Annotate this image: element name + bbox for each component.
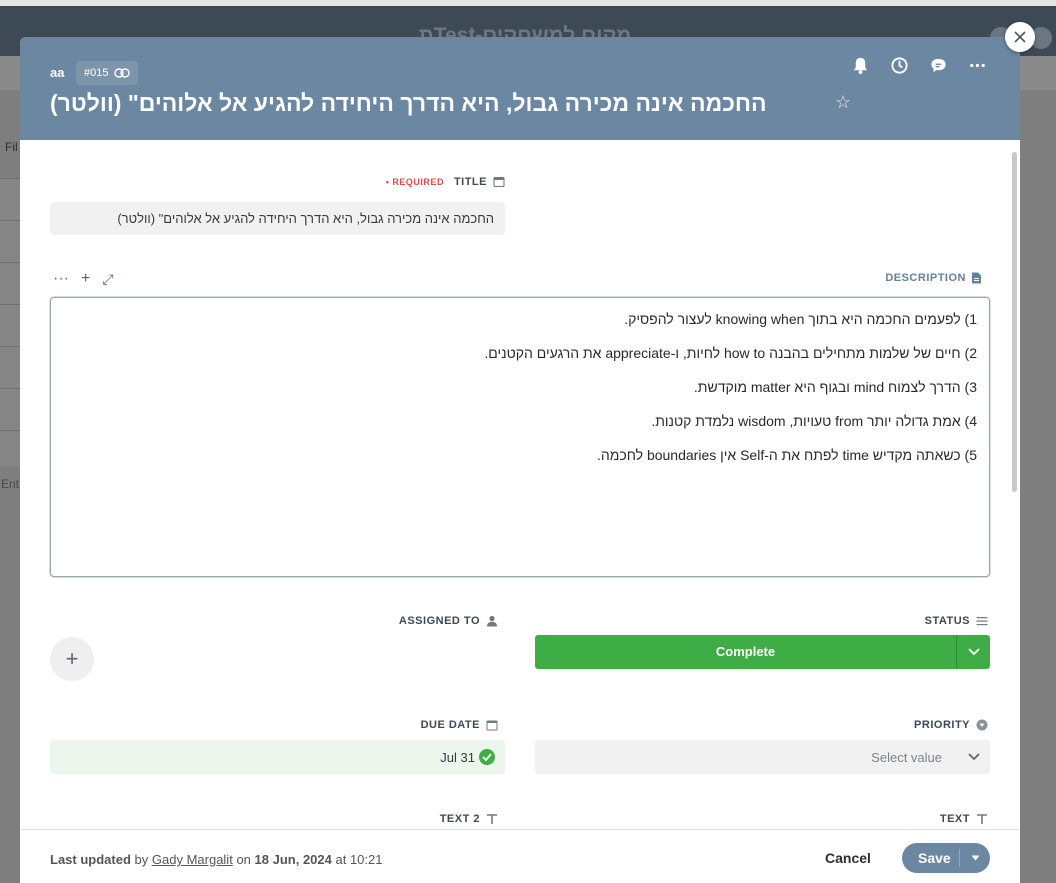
- chevron-down-icon: [968, 753, 980, 761]
- project-name[interactable]: aa: [50, 65, 64, 80]
- text-type-icon: [977, 814, 987, 824]
- expand-icon[interactable]: ⤢: [102, 271, 113, 288]
- priority-select[interactable]: Select value: [535, 740, 990, 774]
- description-label: DESCRIPTION: [885, 272, 982, 284]
- text2-label: TEXT 2: [440, 813, 498, 825]
- priority-icon: [976, 719, 988, 731]
- cancel-button[interactable]: Cancel: [825, 850, 871, 866]
- description-line: 2) חיים של שלמות מתחילים בהבנה how to לח…: [484, 345, 977, 361]
- caret-down-icon[interactable]: [960, 855, 990, 861]
- add-icon[interactable]: +: [81, 270, 90, 288]
- due-date-value: Jul 31: [440, 749, 475, 765]
- check-icon: [479, 749, 495, 765]
- person-icon: [487, 615, 497, 627]
- modal-footer: Last updated by Gady Margalit on 18 Jun,…: [20, 829, 1020, 883]
- task-id: #015: [84, 67, 109, 79]
- text-label-text: TEXT: [939, 813, 970, 825]
- save-button[interactable]: Save: [902, 843, 990, 873]
- description-line: 5) כשאתה מקדיש time לפתח את ה-Self אין b…: [596, 447, 977, 463]
- bell-icon[interactable]: [850, 55, 871, 76]
- description-line: 1) לפעמים החכמה היא בתוך knowing when לע…: [624, 311, 977, 327]
- last-updated-info: Last updated by Gady Margalit on 18 Jun,…: [50, 852, 382, 867]
- last-updated-label: Last updated: [50, 852, 131, 867]
- status-label-text: STATUS: [924, 615, 970, 627]
- clock-icon[interactable]: [889, 55, 910, 76]
- task-title[interactable]: החכמה אינה מכירה גבול, היא הדרך היחידה ל…: [50, 90, 767, 117]
- task-modal: aa #015 החכמה אינה מכירה גבול, היא הדרך …: [20, 37, 1020, 883]
- title-label: • REQUIRED TITLE: [386, 176, 505, 188]
- description-label-text: DESCRIPTION: [885, 272, 966, 284]
- description-editor[interactable]: 1) לפעמים החכמה היא בתוך knowing when לע…: [50, 297, 990, 577]
- assigned-to-label: ASSIGNED TO: [399, 615, 498, 627]
- header-actions: [850, 55, 988, 76]
- modal-header: aa #015 החכמה אינה מכירה גבול, היא הדרך …: [20, 37, 1020, 140]
- scrollbar[interactable]: [1012, 152, 1017, 492]
- priority-label-text: PRIORITY: [914, 719, 970, 731]
- background-table: [0, 178, 22, 466]
- status-dropdown[interactable]: Complete: [535, 635, 990, 669]
- required-label: • REQUIRED: [385, 177, 444, 187]
- description-toolbar: ··· + ⤢: [53, 270, 114, 288]
- filter-text: Fil: [5, 140, 18, 154]
- due-label-text: DUE DATE: [420, 719, 480, 731]
- chevron-down-icon[interactable]: [957, 635, 990, 669]
- link-icon: [114, 68, 131, 78]
- title-input[interactable]: החכמה אינה מכירה גבול, היא הדרך היחידה ל…: [50, 202, 505, 235]
- star-icon[interactable]: ☆: [835, 92, 851, 113]
- updated-by-user-link[interactable]: Gady Margalit: [152, 852, 233, 867]
- task-id-badge[interactable]: #015: [76, 61, 139, 85]
- description-line: 3) הדרך לצמוח mind ובגוף היא matter מוקד…: [693, 379, 977, 395]
- assigned-label-text: ASSIGNED TO: [398, 615, 480, 627]
- plus-icon: +: [65, 646, 79, 671]
- priority-placeholder: Select value: [871, 749, 942, 765]
- list-icon: [976, 617, 988, 626]
- title-label-text: TITLE: [453, 176, 487, 188]
- updated-time: at 10:21: [335, 852, 383, 867]
- save-label: Save: [902, 849, 960, 867]
- on-text: on: [236, 852, 251, 867]
- status-value: Complete: [535, 635, 957, 669]
- text2-label-text: TEXT 2: [439, 813, 480, 825]
- close-icon: [1014, 31, 1026, 43]
- priority-label: PRIORITY: [914, 719, 988, 731]
- updated-date: 18 Jun, 2024: [254, 852, 332, 867]
- text-type-icon: [487, 814, 497, 824]
- enter-text: Ent: [1, 477, 20, 491]
- document-icon: [972, 272, 981, 284]
- calendar-icon: [486, 720, 498, 731]
- modal-body: • REQUIRED TITLE החכמה אינה מכירה גבול, …: [20, 140, 1020, 830]
- more-icon[interactable]: ···: [53, 270, 69, 288]
- add-assignee-button[interactable]: +: [50, 637, 94, 681]
- due-date-label: DUE DATE: [421, 719, 498, 731]
- by-text: by: [134, 852, 149, 867]
- more-icon[interactable]: [967, 55, 988, 76]
- due-date-input[interactable]: Jul 31: [50, 740, 505, 774]
- status-label: STATUS: [925, 615, 988, 627]
- close-modal-button[interactable]: [1005, 22, 1035, 52]
- description-line: 4) אמת גדולה יותר from טעויות, wisdom נל…: [651, 413, 977, 429]
- title-field-icon: [493, 176, 505, 188]
- comment-icon[interactable]: [928, 55, 949, 76]
- text-label: TEXT: [940, 813, 988, 825]
